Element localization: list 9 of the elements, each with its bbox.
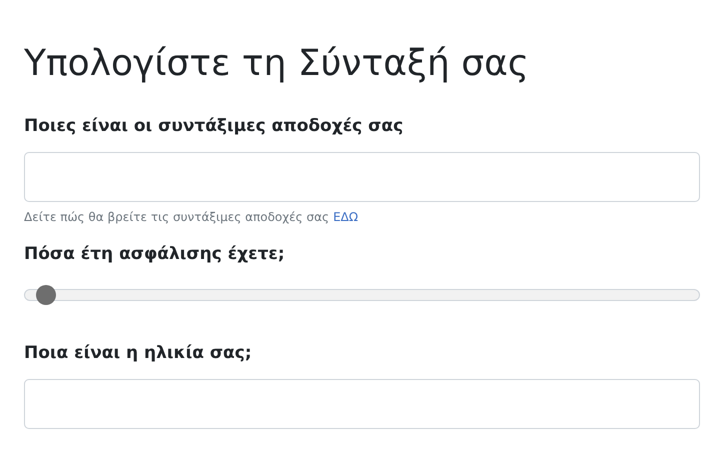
slider-thumb[interactable] (36, 285, 56, 305)
field-label: Πόσα έτη ασφάλισης έχετε; (24, 242, 285, 266)
help-link[interactable]: ΕΔΩ (333, 208, 358, 226)
hint-text: Δείτε πώς θα βρείτε τις συντάξιμες αποδοχές σας (24, 208, 330, 226)
input-field[interactable] (24, 152, 700, 202)
field-label: Ποιες είναι οι συντάξιμες αποδοχές σας (24, 115, 404, 138)
input-field[interactable] (24, 378, 700, 428)
page-title: Υπολογίστε τη Σύνταξή σας (24, 42, 529, 86)
field-label: Ποια είναι η ηλικία σας; (24, 342, 252, 365)
